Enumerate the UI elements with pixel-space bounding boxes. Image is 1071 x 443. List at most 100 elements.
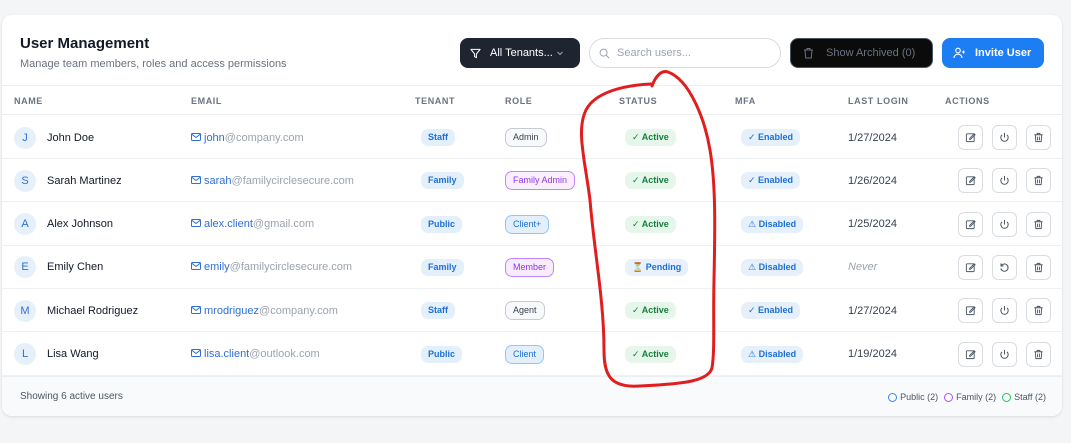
status-badge: ⏳ Pending xyxy=(625,258,689,276)
deactivate-button[interactable] xyxy=(992,211,1017,237)
last-login: 1/27/2024 xyxy=(848,304,897,317)
edit-icon xyxy=(965,349,976,360)
column-header-last-login[interactable]: LAST LOGIN xyxy=(848,96,909,106)
status-badge: ✓ Active xyxy=(625,302,676,320)
tenant-badge: Public xyxy=(421,215,463,233)
table-row: M Michael Rodriguez mrodriguez@company.com… xyxy=(2,289,1062,333)
column-header-tenant[interactable]: TENANT xyxy=(415,96,455,106)
last-login: Never xyxy=(848,261,878,274)
delete-button[interactable] xyxy=(1026,298,1051,324)
search-box[interactable] xyxy=(589,38,781,68)
email-username: alex.client xyxy=(204,218,253,231)
column-header-email[interactable]: EMAIL xyxy=(191,96,222,106)
power-icon xyxy=(999,219,1010,230)
tenant-cell: Staff xyxy=(421,116,455,159)
search-icon xyxy=(599,48,610,58)
refresh-icon xyxy=(999,262,1010,273)
delete-button[interactable] xyxy=(1026,125,1051,150)
column-header-mfa[interactable]: MFA xyxy=(735,96,756,106)
power-icon xyxy=(999,305,1010,316)
trash-icon xyxy=(1033,132,1044,143)
deactivate-button[interactable] xyxy=(992,298,1017,324)
name-cell: E Emily Chen xyxy=(14,246,103,289)
last-login-cell: 1/27/2024 xyxy=(848,289,897,332)
tenant-badge: Family xyxy=(421,258,464,276)
role-cell: Client+ xyxy=(505,203,550,246)
email-cell[interactable]: lisa.client@outlook.com xyxy=(191,333,320,376)
role-cell: Agent xyxy=(505,289,545,332)
mfa-badge: ⚠ Disabled xyxy=(741,345,804,363)
last-login: 1/27/2024 xyxy=(848,131,897,144)
resend-invite-button[interactable] xyxy=(992,254,1017,280)
email-cell[interactable]: emily@familycirclesecure.com xyxy=(191,246,352,289)
legend-item: Public (2) xyxy=(888,392,938,402)
user-name: Sarah Martinez xyxy=(47,174,122,187)
show-archived-label: Show Archived (0) xyxy=(826,47,916,59)
email-username: sarah xyxy=(204,174,232,187)
legend-dot xyxy=(888,392,898,402)
actions-cell xyxy=(958,246,1051,289)
column-header-name[interactable]: NAME xyxy=(14,96,43,106)
avatar: A xyxy=(14,213,36,236)
search-input[interactable] xyxy=(617,47,767,59)
tenant-badge: Staff xyxy=(421,129,455,146)
email-username: emily xyxy=(204,261,230,274)
edit-icon xyxy=(965,262,976,273)
column-header-role[interactable]: ROLE xyxy=(505,96,532,106)
tenant-cell: Family xyxy=(421,246,464,289)
edit-button[interactable] xyxy=(958,168,983,194)
show-archived-button[interactable]: Show Archived (0) xyxy=(790,38,933,68)
mfa-cell: ⚠ Disabled xyxy=(741,333,804,376)
edit-icon xyxy=(965,132,976,143)
mail-icon xyxy=(191,218,201,230)
name-cell: A Alex Johnson xyxy=(14,203,113,246)
user-name: Michael Rodriguez xyxy=(47,304,139,317)
mfa-badge: ✓ Enabled xyxy=(741,129,801,146)
edit-button[interactable] xyxy=(958,341,983,367)
user-email: sarah@familycirclesecure.com xyxy=(204,175,354,187)
delete-button[interactable] xyxy=(1026,254,1051,280)
deactivate-button[interactable] xyxy=(992,125,1017,150)
table-row: E Emily Chen emily@familycirclesecure.com F… xyxy=(2,246,1062,289)
invite-user-button[interactable]: Invite User xyxy=(942,38,1044,68)
user-plus-icon xyxy=(953,47,965,59)
delete-button[interactable] xyxy=(1026,211,1051,237)
email-cell[interactable]: john@company.com xyxy=(191,116,304,159)
trash-icon xyxy=(1033,349,1044,360)
tenant-cell: Public xyxy=(421,333,463,376)
email-username: john xyxy=(204,131,225,144)
column-header-status[interactable]: STATUS xyxy=(619,96,657,106)
last-login-cell: 1/26/2024 xyxy=(848,159,897,202)
edit-button[interactable] xyxy=(958,211,983,237)
edit-icon xyxy=(965,219,976,230)
role-cell: Admin xyxy=(505,116,547,159)
mfa-cell: ✓ Enabled xyxy=(741,159,801,202)
delete-button[interactable] xyxy=(1026,341,1051,367)
legend-dot xyxy=(944,392,954,402)
deactivate-button[interactable] xyxy=(992,341,1017,367)
deactivate-button[interactable] xyxy=(992,168,1017,194)
tenant-filter-button[interactable]: All Tenants... xyxy=(460,38,580,68)
mfa-badge: ⚠ Disabled xyxy=(741,258,804,276)
edit-button[interactable] xyxy=(958,125,983,150)
edit-button[interactable] xyxy=(958,298,983,324)
email-cell[interactable]: sarah@familycirclesecure.com xyxy=(191,159,354,202)
edit-icon xyxy=(965,175,976,186)
email-username: mrodriguez xyxy=(204,304,260,317)
legend-label: Public (2) xyxy=(900,392,939,402)
column-header-actions: ACTIONS xyxy=(945,96,990,106)
mail-icon xyxy=(191,175,201,187)
power-icon xyxy=(999,132,1010,143)
edit-button[interactable] xyxy=(958,254,983,280)
mfa-cell: ⚠ Disabled xyxy=(741,246,804,289)
tenant-badge: Staff xyxy=(421,302,455,320)
status-badge: ✓ Active xyxy=(625,172,676,190)
email-cell[interactable]: alex.client@gmail.com xyxy=(191,203,314,246)
delete-button[interactable] xyxy=(1026,168,1051,194)
mail-icon xyxy=(191,305,201,317)
email-cell[interactable]: mrodriguez@company.com xyxy=(191,289,338,332)
actions-cell xyxy=(958,203,1051,246)
actions-cell xyxy=(958,289,1051,332)
email-domain: @company.com xyxy=(224,131,304,144)
tenant-badge: Public xyxy=(421,345,463,363)
